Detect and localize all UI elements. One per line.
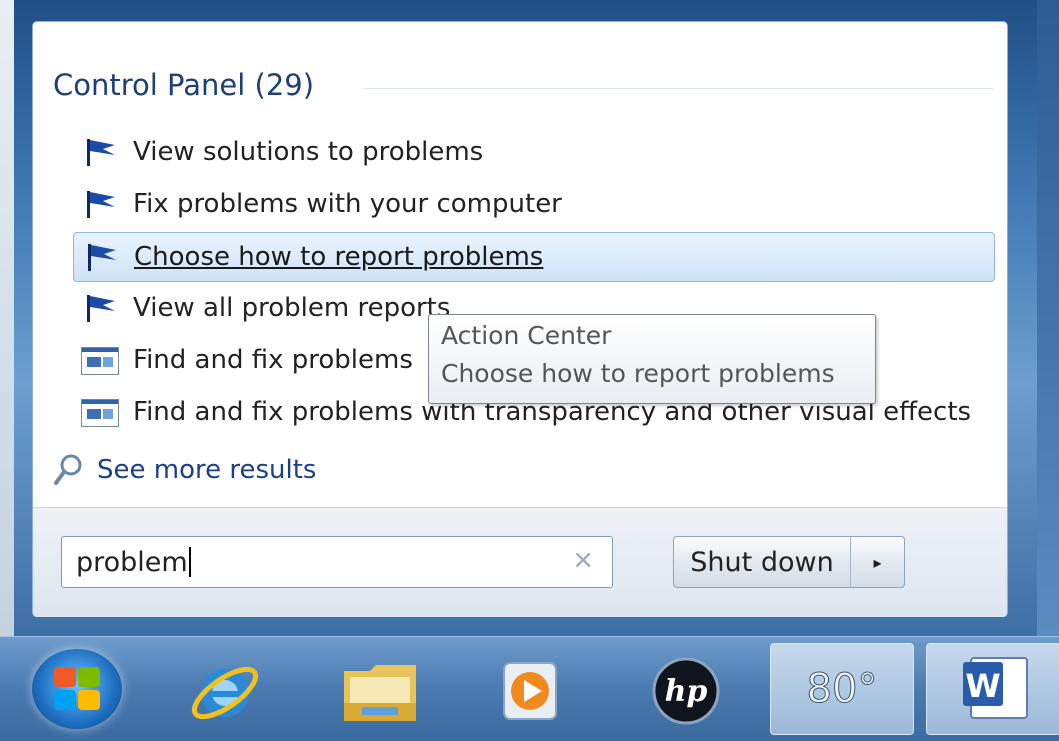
windows-logo-red (54, 667, 76, 687)
windows-logo-green (78, 667, 100, 687)
start-button[interactable] (32, 649, 122, 729)
result-label: Find and fix problems (133, 345, 413, 375)
result-fix-problems[interactable]: Fix problems with your computer (73, 180, 993, 228)
tooltip-title: Action Center (441, 321, 612, 350)
svg-text:hp: hp (665, 674, 708, 709)
flag-icon (87, 191, 115, 218)
tooltip: Action Center Choose how to report probl… (428, 314, 876, 404)
windows-logo-blue (54, 690, 76, 710)
result-label: Choose how to report problems (134, 242, 544, 272)
taskbar: hp 80° W (0, 636, 1059, 741)
tooltip-description: Choose how to report problems (441, 359, 835, 388)
window-icon (81, 347, 119, 375)
weather-gadget[interactable]: 80° (770, 643, 914, 735)
result-choose-how-to-report[interactable]: Choose how to report problems (73, 232, 995, 282)
search-value: problem (76, 546, 188, 578)
result-label: View all problem reports (133, 293, 451, 323)
start-menu-bottom-bar: problem × Shut down ▸ (33, 507, 1007, 617)
flag-icon (87, 295, 115, 322)
text-caret (188, 547, 191, 577)
window-icon (81, 399, 119, 427)
flag-icon (88, 244, 116, 271)
see-more-results-link[interactable]: See more results (53, 446, 316, 494)
word-taskbar-button[interactable]: W (926, 643, 1059, 735)
result-label: View solutions to problems (133, 137, 484, 167)
result-view-solutions[interactable]: View solutions to problems (73, 128, 993, 176)
windows-logo-yellow (78, 690, 100, 710)
shutdown-options-arrow-icon[interactable]: ▸ (851, 537, 904, 587)
section-divider (363, 88, 993, 89)
result-label: Fix problems with your computer (133, 189, 562, 219)
windows-explorer-icon[interactable] (340, 651, 420, 731)
flag-icon (87, 139, 115, 166)
clear-search-icon[interactable]: × (572, 545, 594, 575)
shutdown-button[interactable]: Shut down (674, 537, 851, 587)
shutdown-button-group: Shut down ▸ (673, 536, 905, 588)
word-letter: W (965, 667, 1000, 705)
start-menu-panel: Control Panel (29) View solutions to pro… (33, 22, 1007, 617)
see-more-label: See more results (97, 455, 317, 485)
hp-icon[interactable]: hp (646, 651, 726, 731)
media-player-icon[interactable] (490, 651, 570, 731)
word-icon: W (963, 657, 1028, 719)
search-input[interactable]: problem × (61, 536, 613, 588)
internet-explorer-icon[interactable] (185, 651, 265, 731)
magnifier-icon (54, 454, 82, 485)
section-title-control-panel[interactable]: Control Panel (29) (53, 68, 314, 102)
weather-temperature: 80° (806, 666, 878, 713)
